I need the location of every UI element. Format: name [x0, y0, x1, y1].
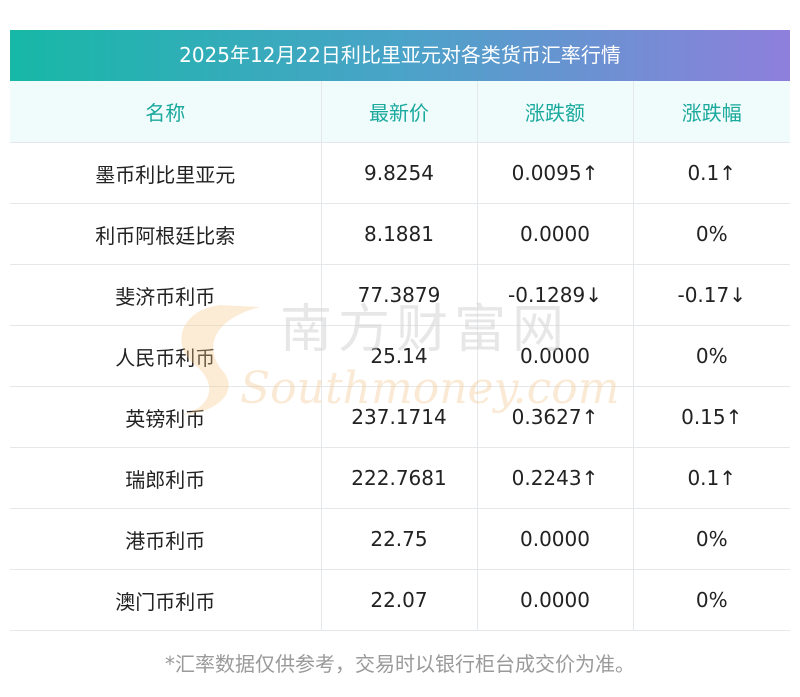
change-cell: 0.0000	[477, 569, 634, 631]
price-cell: 222.7681	[321, 447, 478, 509]
change-pct-cell: -0.17↓	[633, 264, 790, 326]
price-cell: 25.14	[321, 325, 478, 387]
change-cell: 0.3627↑	[477, 386, 634, 448]
footnote: *汇率数据仅供参考，交易时以银行柜台成交价为准。	[165, 652, 635, 676]
change-pct-cell: 0.1↑	[633, 142, 790, 204]
exchange-rate-table: 名称 最新价 涨跌额 涨跌幅 墨币利比里亚元 9.8254 0.0095↑ 0.1↑ 利…	[10, 81, 790, 631]
change-pct-cell: 0.15↑	[633, 386, 790, 448]
column-header-change: 涨跌额	[477, 81, 634, 143]
change-pct-cell: 0.1↑	[633, 447, 790, 509]
table-header-row: 名称 最新价 涨跌额 涨跌幅	[10, 81, 790, 143]
change-pct-cell: 0%	[633, 203, 790, 265]
currency-name-cell: 人民币利币	[10, 325, 322, 387]
currency-name-cell: 澳门币利币	[10, 569, 322, 631]
table-row: 港币利币 22.75 0.0000 0%	[10, 508, 790, 570]
currency-name-cell: 英镑利币	[10, 386, 322, 448]
table-row: 英镑利币 237.1714 0.3627↑ 0.15↑	[10, 386, 790, 448]
change-pct-cell: 0%	[633, 325, 790, 387]
currency-name-cell: 瑞郎利币	[10, 447, 322, 509]
table-row: 澳门币利币 22.07 0.0000 0%	[10, 569, 790, 631]
currency-name-cell: 墨币利比里亚元	[10, 142, 322, 204]
price-cell: 9.8254	[321, 142, 478, 204]
currency-name-cell: 利币阿根廷比索	[10, 203, 322, 265]
table-row: 斐济币利币 77.3879 -0.1289↓ -0.17↓	[10, 264, 790, 326]
price-cell: 22.75	[321, 508, 478, 570]
change-cell: 0.2243↑	[477, 447, 634, 509]
price-cell: 8.1881	[321, 203, 478, 265]
column-header-change-pct: 涨跌幅	[633, 81, 790, 143]
change-cell: -0.1289↓	[477, 264, 634, 326]
currency-name-cell: 斐济币利币	[10, 264, 322, 326]
table-row: 人民币利币 25.14 0.0000 0%	[10, 325, 790, 387]
change-pct-cell: 0%	[633, 569, 790, 631]
column-header-price: 最新价	[321, 81, 478, 143]
change-cell: 0.0000	[477, 203, 634, 265]
change-cell: 0.0095↑	[477, 142, 634, 204]
column-header-name: 名称	[10, 81, 322, 143]
table-title: 2025年12月22日利比里亚元对各类货币汇率行情	[10, 30, 790, 81]
price-cell: 22.07	[321, 569, 478, 631]
price-cell: 237.1714	[321, 386, 478, 448]
table-row: 墨币利比里亚元 9.8254 0.0095↑ 0.1↑	[10, 142, 790, 204]
change-pct-cell: 0%	[633, 508, 790, 570]
table-row: 瑞郎利币 222.7681 0.2243↑ 0.1↑	[10, 447, 790, 509]
table-row: 利币阿根廷比索 8.1881 0.0000 0%	[10, 203, 790, 265]
change-cell: 0.0000	[477, 325, 634, 387]
price-cell: 77.3879	[321, 264, 478, 326]
change-cell: 0.0000	[477, 508, 634, 570]
currency-name-cell: 港币利币	[10, 508, 322, 570]
